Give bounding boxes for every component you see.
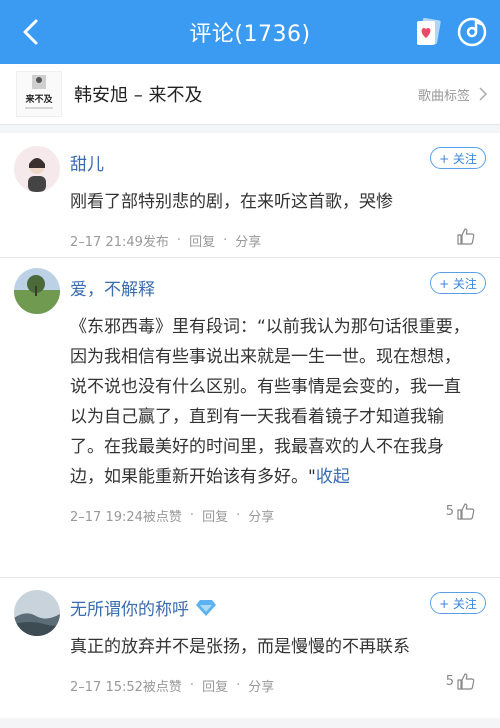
reply-link[interactable]: 回复 xyxy=(202,506,228,525)
user-avatar-icon xyxy=(14,146,60,192)
avatar[interactable] xyxy=(14,590,60,636)
heart-card-icon[interactable] xyxy=(412,16,444,48)
like-button[interactable] xyxy=(454,226,476,246)
comment-item: 爱，不解释 + 关注 《东邪西毒》里有段词：“以前我认为那句话很重要，因为我相信… xyxy=(0,258,500,578)
avatar[interactable] xyxy=(14,268,60,314)
page-title: 评论(1736) xyxy=(189,22,311,47)
comment-username[interactable]: 爱，不解释 xyxy=(70,258,476,300)
comment-time: 2–17 19:24被点赞 xyxy=(70,510,182,525)
comment-item: 甜儿 + 关注 刚看了部特别悲的剧，在来听这首歌，哭惨 2–17 21:49发布… xyxy=(0,133,500,258)
comment-username: 无所谓你的称呼 xyxy=(70,578,476,620)
share-link[interactable]: 分享 xyxy=(248,506,274,525)
comment-time: 2–17 21:49发布 xyxy=(70,235,169,250)
diamond-badge-icon xyxy=(195,599,217,617)
comment-meta: 2–17 15:52被点赞 · 回复 · 分享 5 xyxy=(70,673,476,711)
album-art-icon: 来不及 xyxy=(17,72,61,116)
comment-time: 2–17 15:52被点赞 xyxy=(70,680,182,695)
back-arrow-icon[interactable] xyxy=(14,14,50,50)
comment-item: 无所谓你的称呼 + 关注 真正的放弃并不是张扬，而是慢慢的不再联系 2–17 1… xyxy=(0,578,500,718)
comment-username-text[interactable]: 无所谓你的称呼 xyxy=(70,595,189,620)
comment-meta: 2–17 19:24被点赞 · 回复 · 分享 5 xyxy=(70,503,476,541)
like-count: 5 xyxy=(445,503,454,519)
like-count: 5 xyxy=(445,673,454,689)
share-link[interactable]: 分享 xyxy=(248,676,274,695)
share-link[interactable]: 分享 xyxy=(235,231,261,250)
cover-text: 来不及 xyxy=(24,93,53,105)
song-cover-art: 来不及 xyxy=(16,71,62,117)
follow-button[interactable]: + 关注 xyxy=(430,147,486,169)
now-playing-disc-icon[interactable] xyxy=(456,16,488,48)
reply-link[interactable]: 回复 xyxy=(189,231,215,250)
thumbs-up-icon xyxy=(457,503,475,520)
like-button[interactable]: 5 xyxy=(446,501,476,521)
comment-text: 真正的放弃并不是张扬，而是慢慢的不再联系 xyxy=(70,637,410,657)
song-tag-link[interactable]: 歌曲标签 xyxy=(418,85,470,104)
comment-text-body: 《东邪西毒》里有段词：“以前我认为那句话很重要，因为我相信有些事说出来就是一生一… xyxy=(70,317,470,487)
follow-button[interactable]: + 关注 xyxy=(430,272,486,294)
avatar[interactable] xyxy=(14,146,60,192)
chevron-right-icon xyxy=(479,87,488,101)
song-title: 韩安旭 – 来不及 xyxy=(74,85,203,106)
user-avatar-icon xyxy=(14,268,60,314)
thumbs-up-icon xyxy=(457,673,475,690)
like-button[interactable]: 5 xyxy=(446,671,476,691)
comment-text: 《东邪西毒》里有段词：“以前我认为那句话很重要，因为我相信有些事说出来就是一生一… xyxy=(70,312,476,492)
comment-username[interactable]: 甜儿 xyxy=(70,133,476,175)
comment-text: 刚看了部特别悲的剧，在来听这首歌，哭惨 xyxy=(70,192,393,212)
top-navigation-bar: 评论(1736) xyxy=(0,0,500,64)
collapse-link[interactable]: 收起 xyxy=(316,467,350,487)
follow-button[interactable]: + 关注 xyxy=(430,592,486,614)
thumbs-up-icon xyxy=(457,228,475,245)
song-info-row[interactable]: 来不及 韩安旭 – 来不及 歌曲标签 xyxy=(0,64,500,125)
user-avatar-icon xyxy=(14,590,60,636)
reply-link[interactable]: 回复 xyxy=(202,676,228,695)
